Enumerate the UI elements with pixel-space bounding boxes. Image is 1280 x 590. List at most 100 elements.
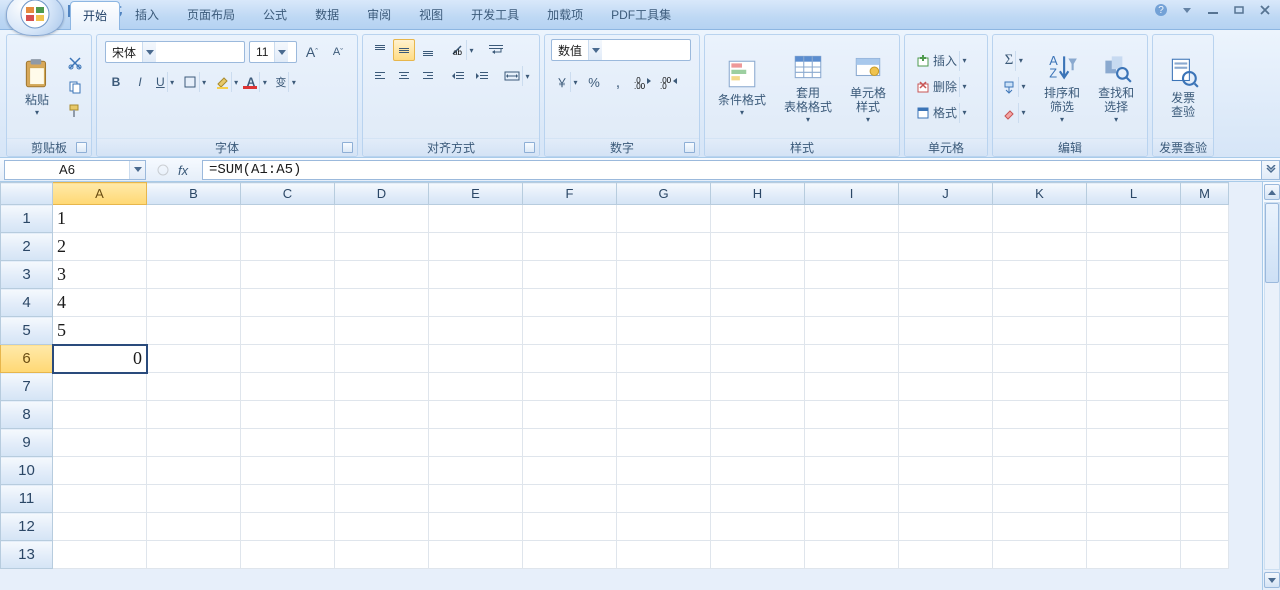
cell-E9[interactable] (429, 429, 523, 457)
office-button[interactable] (6, 0, 64, 36)
column-header-F[interactable]: F (523, 183, 617, 205)
cell-E10[interactable] (429, 457, 523, 485)
dialog-launcher-icon[interactable] (342, 142, 353, 153)
cell-A2[interactable]: 2 (53, 233, 147, 261)
cell-A8[interactable] (53, 401, 147, 429)
cell-C3[interactable] (241, 261, 335, 289)
cell-I1[interactable] (805, 205, 899, 233)
cell-K1[interactable] (993, 205, 1087, 233)
cell-I8[interactable] (805, 401, 899, 429)
conditional-format-button[interactable]: 条件格式 ▾ (711, 44, 773, 130)
cell-H12[interactable] (711, 513, 805, 541)
cell-L2[interactable] (1087, 233, 1181, 261)
cell-L1[interactable] (1087, 205, 1181, 233)
cell-K2[interactable] (993, 233, 1087, 261)
cell-C11[interactable] (241, 485, 335, 513)
decrease-decimal-button[interactable]: .00.0 (657, 71, 681, 93)
paste-button[interactable]: 粘贴 ▾ (13, 44, 61, 130)
cell-K6[interactable] (993, 345, 1087, 373)
cell-F9[interactable] (523, 429, 617, 457)
cell-K4[interactable] (993, 289, 1087, 317)
window-minimize-icon[interactable] (1204, 3, 1222, 17)
cell-G5[interactable] (617, 317, 711, 345)
font-name-combo[interactable]: 宋体 (105, 41, 245, 63)
cell-B13[interactable] (147, 541, 241, 569)
cell-M10[interactable] (1181, 457, 1229, 485)
cell-L11[interactable] (1087, 485, 1181, 513)
cell-M3[interactable] (1181, 261, 1229, 289)
cell-C8[interactable] (241, 401, 335, 429)
cell-B9[interactable] (147, 429, 241, 457)
cell-L3[interactable] (1087, 261, 1181, 289)
cell-D7[interactable] (335, 373, 429, 401)
tab-5[interactable]: 审阅 (354, 0, 404, 29)
cell-G13[interactable] (617, 541, 711, 569)
cell-G2[interactable] (617, 233, 711, 261)
copy-button[interactable] (65, 77, 85, 97)
cell-I3[interactable] (805, 261, 899, 289)
cell-J6[interactable] (899, 345, 993, 373)
cell-A7[interactable] (53, 373, 147, 401)
cell-F7[interactable] (523, 373, 617, 401)
cell-D2[interactable] (335, 233, 429, 261)
insert-cells-button[interactable]: 插入▾ (913, 50, 979, 72)
cell-G3[interactable] (617, 261, 711, 289)
cell-F6[interactable] (523, 345, 617, 373)
cell-H3[interactable] (711, 261, 805, 289)
cell-L12[interactable] (1087, 513, 1181, 541)
tab-6[interactable]: 视图 (406, 0, 456, 29)
format-painter-button[interactable] (65, 101, 85, 121)
cell-G6[interactable] (617, 345, 711, 373)
cell-L4[interactable] (1087, 289, 1181, 317)
cell-K3[interactable] (993, 261, 1087, 289)
row-header-9[interactable]: 9 (1, 429, 53, 457)
cell-A1[interactable]: 1 (53, 205, 147, 233)
cell-B11[interactable] (147, 485, 241, 513)
cell-H8[interactable] (711, 401, 805, 429)
window-restore-icon[interactable] (1230, 3, 1248, 17)
delete-cells-button[interactable]: 删除▾ (913, 76, 979, 98)
table-format-button[interactable]: 套用 表格格式 ▾ (777, 44, 839, 130)
cell-J8[interactable] (899, 401, 993, 429)
cell-B8[interactable] (147, 401, 241, 429)
bold-button[interactable]: B (105, 71, 127, 93)
cell-L8[interactable] (1087, 401, 1181, 429)
cell-G7[interactable] (617, 373, 711, 401)
column-header-K[interactable]: K (993, 183, 1087, 205)
column-header-I[interactable]: I (805, 183, 899, 205)
cell-L10[interactable] (1087, 457, 1181, 485)
cell-D10[interactable] (335, 457, 429, 485)
dialog-launcher-icon[interactable] (684, 142, 695, 153)
help-icon[interactable]: ? (1152, 3, 1170, 17)
cell-B7[interactable] (147, 373, 241, 401)
cell-E13[interactable] (429, 541, 523, 569)
cell-I12[interactable] (805, 513, 899, 541)
cell-A5[interactable]: 5 (53, 317, 147, 345)
cell-K13[interactable] (993, 541, 1087, 569)
cell-I6[interactable] (805, 345, 899, 373)
invoice-check-button[interactable]: 发票 查验 (1159, 44, 1207, 130)
cell-M7[interactable] (1181, 373, 1229, 401)
ribbon-minimize-icon[interactable] (1178, 3, 1196, 17)
column-header-H[interactable]: H (711, 183, 805, 205)
cell-C13[interactable] (241, 541, 335, 569)
cell-M6[interactable] (1181, 345, 1229, 373)
autosum-button[interactable]: Σ▾ (999, 50, 1029, 72)
dialog-launcher-icon[interactable] (76, 142, 87, 153)
align-center-button[interactable] (393, 65, 415, 87)
window-close-icon[interactable] (1256, 3, 1274, 17)
cell-M5[interactable] (1181, 317, 1229, 345)
cell-B10[interactable] (147, 457, 241, 485)
cell-E4[interactable] (429, 289, 523, 317)
cell-C10[interactable] (241, 457, 335, 485)
row-header-4[interactable]: 4 (1, 289, 53, 317)
tab-0[interactable]: 开始 (70, 1, 120, 30)
cell-G12[interactable] (617, 513, 711, 541)
cell-D13[interactable] (335, 541, 429, 569)
increase-decimal-button[interactable]: .0.00 (631, 71, 655, 93)
cell-F2[interactable] (523, 233, 617, 261)
cell-H13[interactable] (711, 541, 805, 569)
cell-M1[interactable] (1181, 205, 1229, 233)
accounting-format-button[interactable]: ￥▾ (551, 71, 581, 93)
cell-A10[interactable] (53, 457, 147, 485)
